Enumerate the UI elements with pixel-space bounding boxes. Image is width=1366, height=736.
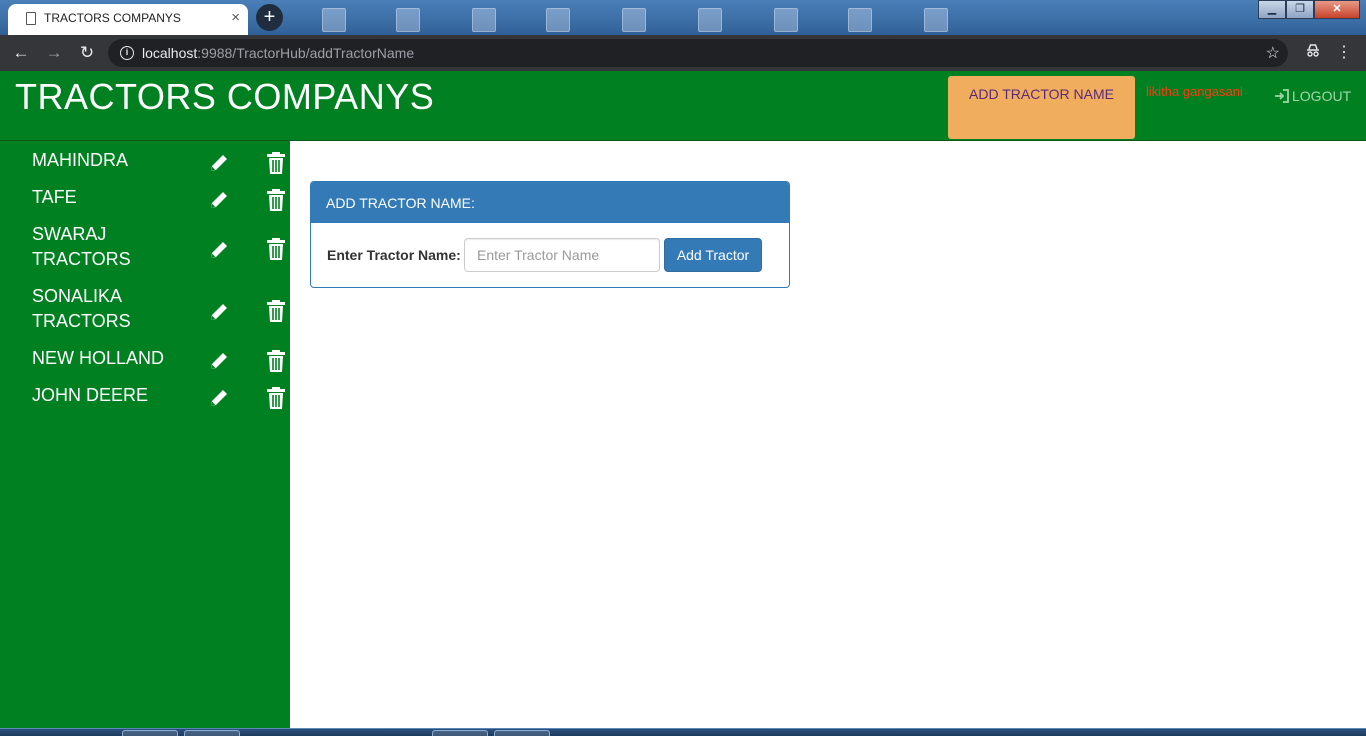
- edit-pencil-icon[interactable]: [208, 350, 230, 372]
- sidebar-item-label[interactable]: NEW HOLLAND: [32, 346, 192, 371]
- add-tractor-panel: ADD TRACTOR NAME: Enter Tractor Name: Ad…: [310, 181, 790, 288]
- url-text[interactable]: localhost:9988/TractorHub/addTractorName: [142, 45, 414, 61]
- window-controls: ▁ ❐ ✕: [1258, 0, 1360, 19]
- address-bar[interactable]: i localhost:9988/TractorHub/addTractorNa…: [108, 39, 1288, 67]
- app-header: TRACTORS COMPANYS ADD TRACTOR NAME likit…: [0, 71, 1366, 141]
- desktop-background-icons: [300, 6, 1000, 32]
- logout-icon: [1275, 89, 1289, 103]
- trash-icon[interactable]: [265, 188, 287, 212]
- os-taskbar: [0, 728, 1366, 736]
- panel-body: Enter Tractor Name: Add Tractor: [311, 223, 789, 287]
- taskbar-item[interactable]: [184, 730, 240, 736]
- new-tab-button[interactable]: +: [256, 4, 283, 31]
- browser-menu-icon[interactable]: ⋮: [1334, 42, 1354, 62]
- forward-button[interactable]: →: [43, 42, 65, 64]
- browser-toolbar: ← → ↻ i localhost:9988/TractorHub/addTra…: [0, 35, 1366, 71]
- maximize-button[interactable]: ❐: [1286, 0, 1314, 19]
- sidebar-item-label[interactable]: SONALIKA TRACTORS: [32, 284, 142, 334]
- trash-icon[interactable]: [265, 386, 287, 410]
- close-window-button[interactable]: ✕: [1314, 0, 1360, 19]
- back-button[interactable]: ←: [10, 42, 32, 64]
- minimize-button[interactable]: ▁: [1258, 0, 1286, 19]
- panel-heading: ADD TRACTOR NAME:: [311, 182, 789, 223]
- tractor-name-label: Enter Tractor Name:: [327, 247, 461, 263]
- sidebar: MAHINDRA TAFE SWARAJ TRACTORS SONALIKA T…: [0, 141, 290, 728]
- bookmark-star-icon[interactable]: ☆: [1266, 43, 1280, 63]
- sidebar-item-label[interactable]: SWARAJ TRACTORS: [32, 222, 142, 272]
- browser-tab[interactable]: TRACTORS COMPANYS ×: [8, 4, 248, 35]
- logout-label: LOGOUT: [1292, 88, 1352, 104]
- edit-pencil-icon[interactable]: [208, 301, 230, 323]
- tab-close-icon[interactable]: ×: [231, 9, 240, 26]
- taskbar-item[interactable]: [432, 730, 488, 736]
- browser-titlebar: TRACTORS COMPANYS × + ▁ ❐ ✕: [0, 0, 1366, 35]
- edit-pencil-icon[interactable]: [208, 239, 230, 261]
- edit-pencil-icon[interactable]: [208, 387, 230, 409]
- add-tractor-button[interactable]: Add Tractor: [664, 238, 762, 272]
- user-name: likitha gangasani: [1146, 84, 1243, 99]
- sidebar-item-label[interactable]: JOHN DEERE: [32, 383, 192, 408]
- taskbar-item[interactable]: [494, 730, 550, 736]
- logout-link[interactable]: LOGOUT: [1274, 88, 1351, 104]
- edit-pencil-icon[interactable]: [208, 152, 230, 174]
- trash-icon[interactable]: [265, 299, 287, 323]
- trash-icon[interactable]: [265, 151, 287, 175]
- incognito-icon[interactable]: [1303, 42, 1323, 63]
- page-icon: [26, 12, 36, 25]
- site-info-icon[interactable]: i: [120, 46, 134, 60]
- trash-icon[interactable]: [265, 237, 287, 261]
- reload-button[interactable]: ↻: [76, 42, 98, 64]
- sidebar-item-label[interactable]: TAFE: [32, 185, 192, 210]
- nav-add-tractor-name[interactable]: ADD TRACTOR NAME: [948, 76, 1135, 139]
- tractor-name-input[interactable]: [464, 238, 660, 272]
- taskbar-item[interactable]: [122, 730, 178, 736]
- trash-icon[interactable]: [265, 349, 287, 373]
- tab-title: TRACTORS COMPANYS: [44, 11, 181, 25]
- sidebar-item-label[interactable]: MAHINDRA: [32, 148, 192, 173]
- edit-pencil-icon[interactable]: [208, 189, 230, 211]
- page-title: TRACTORS COMPANYS: [15, 76, 435, 117]
